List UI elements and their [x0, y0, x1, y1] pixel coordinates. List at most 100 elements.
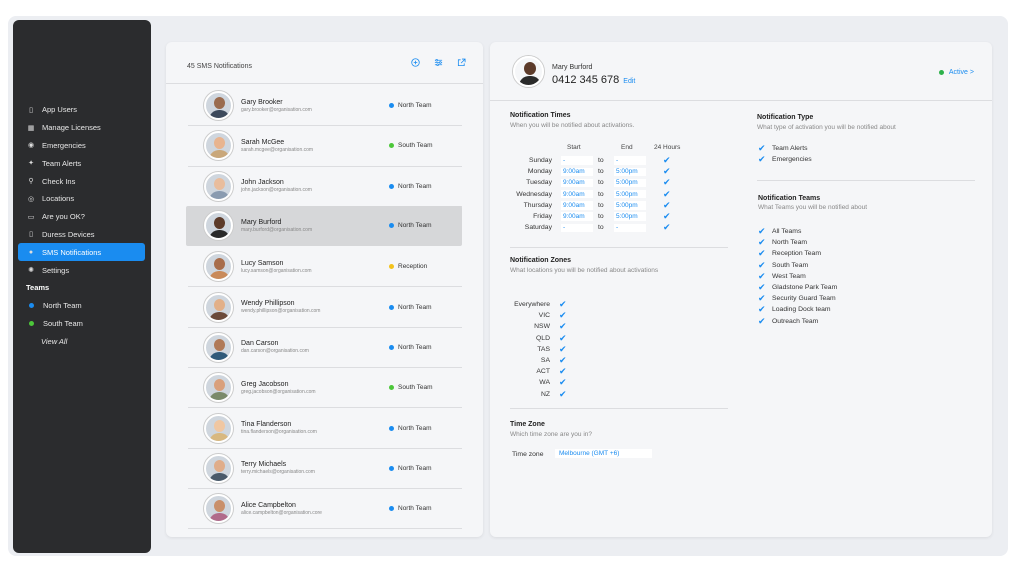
checkmark-icon[interactable]: ✔: [663, 211, 671, 222]
contact-row[interactable]: Gary Brooker gary.brooker@organisation.co…: [188, 86, 462, 127]
detail-phone: 0412 345 678 Edit: [552, 74, 635, 86]
start-time-input[interactable]: -: [561, 156, 593, 165]
end-time-input[interactable]: 5:00pm: [614, 167, 646, 177]
notification-team-label: Gladstone Park Team: [772, 284, 838, 292]
start-time-input[interactable]: 9:00am: [561, 167, 593, 177]
contact-row[interactable]: Alice Campbelton alice.campbelton@organis…: [188, 489, 462, 530]
team-color-dot: [389, 344, 394, 350]
schedule-day: Friday: [533, 213, 552, 221]
time-zone-select[interactable]: Melbourne (GMT +6): [555, 449, 652, 458]
schedule-row: Sunday - to - ✔: [510, 155, 710, 166]
notification-team-item[interactable]: ✔ Outreach Team: [758, 316, 818, 327]
contact-row[interactable]: Lucy Samson lucy.samson@organisation.com R…: [188, 247, 462, 288]
notification-type-item[interactable]: ✔ Emergencies: [758, 154, 812, 165]
checkmark-icon[interactable]: ✔: [663, 166, 671, 177]
start-time-input[interactable]: 9:00am: [561, 178, 593, 188]
contact-row[interactable]: Greg Jacobson greg.jacobson@organisation.…: [188, 368, 462, 409]
status-badge[interactable]: Active >: [938, 69, 974, 76]
end-time-input[interactable]: 5:00pm: [614, 212, 646, 221]
sidebar-team-south-team[interactable]: South Team: [13, 315, 151, 333]
contact-info: Lucy Samson lucy.samson@organisation.com: [241, 260, 389, 274]
checkmark-icon[interactable]: ✔: [559, 366, 567, 377]
start-time-input[interactable]: 9:00am: [561, 201, 593, 210]
sidebar-item-team-alerts[interactable]: ✦ Team Alerts: [13, 154, 151, 172]
notification-team-item[interactable]: ✔ Loading Dock team: [758, 304, 831, 315]
edit-link[interactable]: Edit: [623, 78, 635, 85]
checkmark-icon[interactable]: ✔: [559, 355, 567, 366]
sidebar-item-are-you-ok[interactable]: ▭ Are you OK?: [13, 208, 151, 226]
contact-row[interactable]: Wendy Phillipson wendy.phillipson@organis…: [188, 288, 462, 328]
sidebar-item-label: Locations: [42, 194, 75, 204]
notification-team-item[interactable]: ✔ North Team: [758, 237, 807, 248]
contact-row[interactable]: Dan Carson dan.carson@organisation.com Nor…: [188, 328, 462, 369]
checkmark-icon[interactable]: ✔: [559, 377, 567, 388]
filter-icon[interactable]: [433, 57, 443, 67]
start-time-input[interactable]: 9:00am: [561, 212, 593, 221]
contact-row[interactable]: Terry Michaels terry.michaels@organisatio…: [188, 449, 462, 489]
notification-type-item[interactable]: ✔ Team Alerts: [758, 143, 808, 154]
end-time-input[interactable]: 5:00pm: [614, 189, 646, 199]
avatar: [204, 494, 233, 524]
checkmark-icon[interactable]: ✔: [559, 344, 567, 355]
notification-team-label: North Team: [772, 239, 808, 247]
notification-team-item[interactable]: ✔ Gladstone Park Team: [758, 282, 837, 293]
contact-info: Dan Carson dan.carson@organisation.com: [241, 340, 389, 354]
notification-team-item[interactable]: ✔ West Team: [758, 271, 806, 282]
start-time-input[interactable]: 9:00am: [561, 189, 593, 199]
view-all-link[interactable]: View All: [13, 333, 151, 351]
checkmark-icon[interactable]: ✔: [663, 177, 671, 188]
end-time-input[interactable]: 5:00pm: [614, 178, 646, 188]
sidebar-item-emergencies[interactable]: ◉ Emergencies: [13, 137, 151, 155]
notification-team-item[interactable]: ✔ South Team: [758, 260, 808, 271]
sidebar-item-manage-licenses[interactable]: ▦ Manage Licenses: [13, 119, 151, 137]
sidebar-team-north-team[interactable]: North Team: [13, 297, 151, 315]
add-icon[interactable]: [410, 57, 420, 67]
end-time-input[interactable]: -: [614, 223, 646, 233]
end-time-input[interactable]: 5:00pm: [614, 201, 646, 210]
checkmark-icon[interactable]: ✔: [663, 222, 671, 233]
checkmark-icon[interactable]: ✔: [663, 200, 671, 211]
col-end: End: [621, 144, 633, 151]
notification-team-item[interactable]: ✔ Reception Team: [758, 248, 821, 259]
avatar: [204, 332, 233, 362]
export-icon[interactable]: [456, 57, 466, 67]
notification-type-subtitle: What type of activation you will be noti…: [757, 124, 896, 131]
emergency-icon: ◉: [27, 142, 35, 150]
sidebar-item-label: Settings: [42, 265, 70, 275]
sidebar-item-check-ins[interactable]: ⚲ Check Ins: [13, 172, 151, 190]
contact-row[interactable]: Tina Flanderson tina.flanderson@organisat…: [188, 408, 462, 449]
team-color-dot: [389, 183, 394, 189]
contact-team: South Team: [389, 142, 433, 149]
end-time-input[interactable]: -: [614, 156, 646, 165]
avatar: [204, 413, 233, 443]
checkmark-icon[interactable]: ✔: [559, 321, 567, 332]
sidebar-item-sms-notifications[interactable]: ● SMS Notifications: [18, 243, 145, 262]
contact-row[interactable]: Mary Burford mary.burford@organisation.co…: [186, 205, 462, 246]
avatar: [204, 131, 233, 161]
sidebar-item-settings[interactable]: ✺ Settings: [13, 261, 151, 279]
contact-team-label: North Team: [398, 102, 432, 110]
checkmark-icon[interactable]: ✔: [559, 389, 567, 400]
schedule-row: Tuesday 9:00am to 5:00pm ✔: [510, 177, 710, 188]
contact-row[interactable]: Sarah McGee sarah.mcgee@organisation.com S…: [188, 126, 462, 167]
contact-email: sarah.mcgee@organisation.com: [241, 146, 314, 153]
sidebar-item-locations[interactable]: ◎ Locations: [13, 190, 151, 208]
phone-number: 0412 345 678: [552, 74, 620, 86]
checkmark-icon[interactable]: ✔: [559, 333, 567, 344]
contact-row[interactable]: John Jackson john.jackson@organisation.co…: [188, 167, 462, 207]
sidebar-item-app-users[interactable]: ▯ App Users: [13, 101, 151, 119]
notification-team-item[interactable]: ✔ All Teams: [758, 226, 801, 237]
divider: [510, 408, 728, 409]
schedule-row: Monday 9:00am to 5:00pm ✔: [510, 166, 710, 177]
checkmark-icon[interactable]: ✔: [559, 299, 567, 310]
notification-team-item[interactable]: ✔ Security Guard Team: [758, 293, 836, 304]
start-time-input[interactable]: -: [561, 223, 593, 233]
notification-team-label: Loading Dock team: [772, 306, 831, 314]
zone-row: SA ✔: [510, 355, 590, 366]
avatar: [204, 292, 233, 322]
checkmark-icon[interactable]: ✔: [663, 189, 671, 200]
schedule-day: Wednesday: [516, 190, 552, 198]
checkmark-icon[interactable]: ✔: [559, 310, 567, 321]
sidebar-item-duress-devices[interactable]: ▯ Duress Devices: [13, 226, 151, 244]
checkmark-icon[interactable]: ✔: [663, 155, 671, 166]
